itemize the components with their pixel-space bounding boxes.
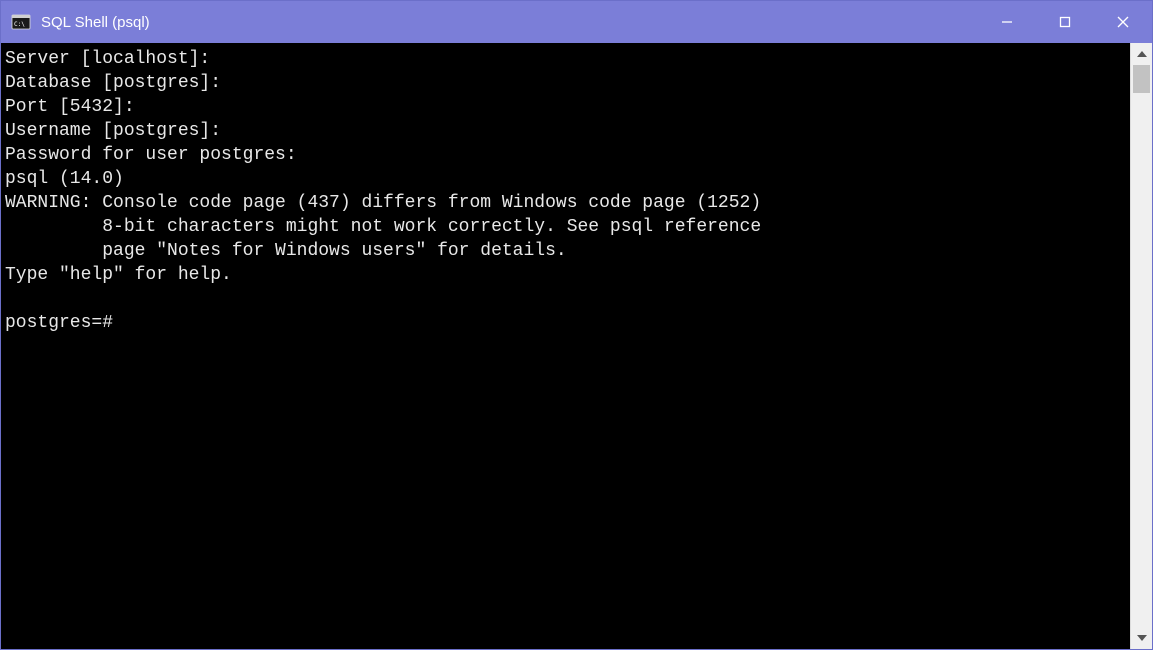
titlebar[interactable]: C:\ SQL Shell (psql) (1, 1, 1152, 43)
window-body: Server [localhost]: Database [postgres]:… (1, 43, 1152, 649)
scroll-down-arrow[interactable] (1131, 627, 1152, 649)
scroll-thumb[interactable] (1133, 65, 1150, 93)
maximize-button[interactable] (1036, 1, 1094, 43)
scroll-track[interactable] (1131, 65, 1152, 627)
vertical-scrollbar[interactable] (1130, 43, 1152, 649)
app-window: C:\ SQL Shell (psql) Server [localhost]:… (0, 0, 1153, 650)
window-title: SQL Shell (psql) (41, 14, 150, 31)
window-controls (978, 1, 1152, 43)
close-button[interactable] (1094, 1, 1152, 43)
terminal-output[interactable]: Server [localhost]: Database [postgres]:… (1, 43, 1130, 649)
minimize-button[interactable] (978, 1, 1036, 43)
app-icon: C:\ (11, 13, 31, 31)
scroll-up-arrow[interactable] (1131, 43, 1152, 65)
svg-text:C:\: C:\ (14, 21, 25, 28)
